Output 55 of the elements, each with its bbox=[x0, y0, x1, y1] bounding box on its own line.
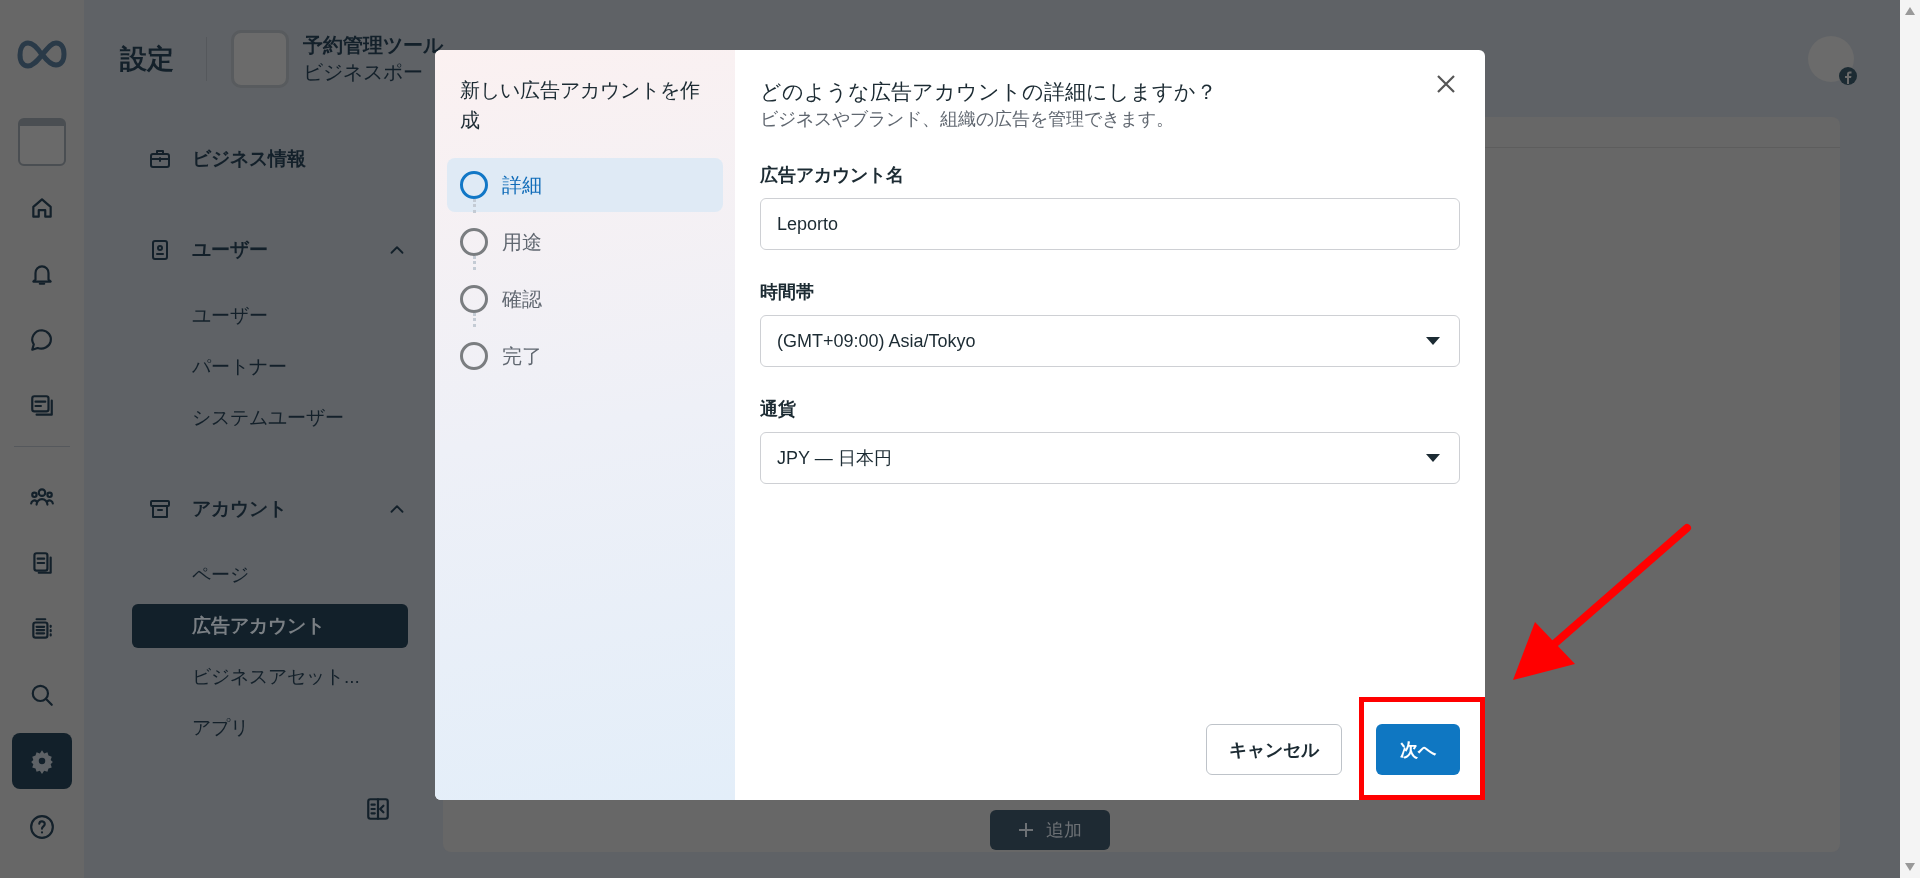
section-label[interactable]: アカウント bbox=[192, 495, 366, 522]
business-name: 予約管理ツール bbox=[303, 32, 443, 58]
section-label[interactable]: ユーザー bbox=[192, 236, 366, 263]
section-label[interactable]: ビジネス情報 bbox=[192, 145, 408, 172]
nav-item[interactable]: システムユーザー bbox=[132, 396, 408, 440]
nav-item[interactable]: 広告アカウント bbox=[132, 604, 408, 648]
step-connector bbox=[473, 199, 476, 213]
field-label: 広告アカウント名 bbox=[760, 164, 905, 188]
step-circle-icon bbox=[460, 285, 488, 313]
next-button[interactable]: 次へ bbox=[1376, 724, 1460, 775]
home-icon bbox=[29, 195, 55, 221]
dialog-title: 新しい広告アカウントを作成 bbox=[459, 78, 701, 133]
stacked-pages-icon bbox=[29, 393, 55, 419]
page-title: 設定 bbox=[120, 42, 174, 76]
step-circle-icon bbox=[460, 228, 488, 256]
nav-item[interactable]: アプリ bbox=[132, 706, 408, 750]
dialog-description: ビジネスやブランド、組織の広告を管理できます。 bbox=[760, 108, 1175, 132]
step-connector bbox=[473, 313, 476, 327]
input-field[interactable]: Leporto bbox=[760, 198, 1460, 251]
business-logo bbox=[18, 118, 66, 166]
catalog-icon bbox=[29, 616, 55, 642]
infinity-logo bbox=[17, 40, 67, 70]
select-field[interactable]: JPY — 日本円 bbox=[760, 432, 1460, 485]
badge-icon bbox=[1838, 65, 1858, 86]
scrollbar[interactable] bbox=[1900, 0, 1920, 878]
search-icon bbox=[29, 682, 55, 708]
caret-icon bbox=[1425, 336, 1441, 347]
select-field[interactable]: (GMT+09:00) Asia/Tokyo bbox=[760, 315, 1460, 368]
step-item[interactable]: 完了 bbox=[447, 329, 723, 383]
step-circle-icon bbox=[460, 342, 488, 370]
plus-icon bbox=[1018, 822, 1034, 838]
nav-item[interactable]: ページ bbox=[132, 553, 408, 597]
step-circle-icon bbox=[460, 171, 488, 199]
step-item[interactable]: 用途 bbox=[447, 215, 723, 269]
field-label: 通貨 bbox=[760, 398, 797, 422]
caret-icon bbox=[1425, 453, 1441, 464]
settings-icon bbox=[29, 748, 55, 774]
cancel-button[interactable]: キャンセル bbox=[1206, 724, 1342, 775]
scroll-up-icon[interactable] bbox=[1904, 6, 1916, 16]
field-label: 時間帯 bbox=[760, 281, 815, 305]
step-item[interactable]: 詳細 bbox=[447, 158, 723, 212]
avatar[interactable] bbox=[1808, 35, 1854, 82]
add-button[interactable]: 追加 bbox=[990, 810, 1110, 850]
panel-toggle-icon bbox=[365, 796, 391, 822]
business-subtitle: ビジネスポー bbox=[303, 59, 424, 85]
step-connector bbox=[473, 256, 476, 270]
dialog-heading: どのような広告アカウントの詳細にしますか？ bbox=[760, 79, 1218, 105]
rail-item[interactable] bbox=[12, 733, 72, 789]
nav-item[interactable]: ビジネスアセット... bbox=[132, 655, 408, 699]
step-item[interactable]: 確認 bbox=[447, 272, 723, 326]
nav-item[interactable]: ユーザー bbox=[132, 294, 408, 338]
help-icon bbox=[29, 814, 55, 840]
chat-bubble-icon bbox=[29, 327, 55, 353]
scroll-down-icon[interactable] bbox=[1904, 862, 1916, 872]
nav-item[interactable]: パートナー bbox=[132, 345, 408, 389]
